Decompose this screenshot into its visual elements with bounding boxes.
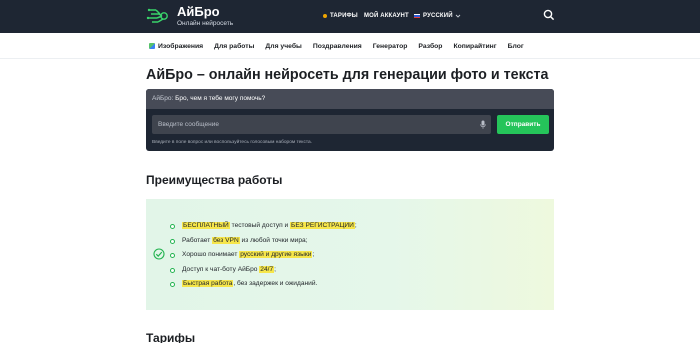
highlight: БЕЗ РЕГИСТРАЦИИ xyxy=(290,222,355,229)
list-item: БЕСПЛАТНЫЙ тестовый доступ и БЕЗ РЕГИСТР… xyxy=(170,219,357,234)
search-icon[interactable] xyxy=(543,9,555,21)
brand-subtitle: Онлайн нейросеть xyxy=(177,20,234,27)
list-text: из любой точки мира; xyxy=(239,236,308,244)
highlight: БЕСПЛАТНЫЙ xyxy=(182,222,230,229)
advantages-title: Преимущества работы xyxy=(146,173,283,187)
check-circle-icon xyxy=(153,248,165,260)
chat-hint: Введите в поле вопрос или воспользуйтесь… xyxy=(152,140,312,145)
nav-tariffs[interactable]: ТАРИФЫ xyxy=(323,12,358,20)
subnav-label: Блог xyxy=(507,42,524,50)
subnav-label: Копирайтинг xyxy=(453,42,497,50)
subnav-label: Разбор xyxy=(418,42,443,50)
chat-greeting-text: Бро, чем я тебе могу помочь? xyxy=(175,95,266,102)
list-text: тестовый доступ и xyxy=(229,222,291,229)
chevron-down-icon xyxy=(455,14,460,18)
list-item: Быстрая работа, без задержек и ожиданий. xyxy=(170,277,357,292)
subnav-item-copywriting[interactable]: Копирайтинг xyxy=(453,43,496,50)
advantages-panel: БЕСПЛАТНЫЙ тестовый доступ и БЕЗ РЕГИСТР… xyxy=(146,199,554,310)
crown-icon xyxy=(323,14,327,18)
subnav-item-greetings[interactable]: Поздравления xyxy=(313,43,362,50)
chat-widget: АйБро: Бро, чем я тебе могу помочь? Отпр… xyxy=(146,89,554,151)
brain-circuit-icon[interactable] xyxy=(146,4,170,28)
nav-tariffs-label: ТАРИФЫ xyxy=(330,13,358,19)
subnav-label: Изображения xyxy=(158,42,204,50)
subnav-label: Генератор xyxy=(372,42,408,50)
chat-greeting-bar: АйБро: Бро, чем я тебе могу помочь? xyxy=(146,89,554,109)
chat-greeting: АйБро: Бро, чем я тебе могу помочь? xyxy=(152,95,265,102)
list-item: Работает без VPN из любой точки мира; xyxy=(170,234,357,249)
highlight: без VPN xyxy=(212,236,240,244)
list-text: ; xyxy=(354,222,357,229)
highlight: русский и другие языки xyxy=(239,251,313,258)
subnav-item-images[interactable]: Изображения xyxy=(149,43,203,50)
microphone-icon[interactable] xyxy=(480,120,486,129)
list-item: Доступ к чат-боту АйБро 24/7; xyxy=(170,263,357,278)
advantages-list: БЕСПЛАТНЫЙ тестовый доступ и БЕЗ РЕГИСТР… xyxy=(170,219,357,292)
brand-name[interactable]: АйБро xyxy=(177,5,220,18)
category-nav: Изображения Для работы Для учебы Поздрав… xyxy=(149,41,535,51)
list-text: Доступ к чат-боту АйБро xyxy=(182,265,260,273)
subnav-item-work[interactable]: Для работы xyxy=(214,43,254,50)
subnav-label: Для учебы xyxy=(265,42,302,50)
russia-flag-icon xyxy=(414,13,420,19)
highlight: 24/7 xyxy=(259,265,275,273)
list-text: ; xyxy=(274,265,276,273)
chat-sender: АйБро: xyxy=(152,95,174,102)
nav-account-label: МОЙ АККАУНТ xyxy=(364,13,409,19)
nav-my-account[interactable]: МОЙ АККАУНТ xyxy=(364,12,409,20)
nav-divider xyxy=(0,58,700,59)
list-text: Хорошо понимает xyxy=(182,251,240,258)
list-item: Хорошо понимает русский и другие языки; xyxy=(170,248,357,263)
language-label: РУССКИЙ xyxy=(423,13,453,19)
subnav-item-analysis[interactable]: Разбор xyxy=(418,43,442,50)
tariffs-title: Тарифы xyxy=(146,331,196,343)
page-title: АйБро – онлайн нейросеть для генерации ф… xyxy=(146,67,549,83)
subnav-item-blog[interactable]: Блог xyxy=(508,43,524,50)
list-text: , без задержек и ожиданий. xyxy=(233,280,318,287)
send-button[interactable]: Отправить xyxy=(497,115,549,134)
message-input[interactable] xyxy=(152,115,491,134)
list-text: ; xyxy=(312,251,315,258)
subnav-label: Для работы xyxy=(214,42,255,50)
language-selector[interactable]: РУССКИЙ xyxy=(414,12,461,20)
list-text: Работает xyxy=(182,236,213,244)
subnav-item-generator[interactable]: Генератор xyxy=(373,43,408,50)
image-icon xyxy=(149,43,155,49)
top-header: АйБро Онлайн нейросеть ТАРИФЫ МОЙ АККАУН… xyxy=(0,0,700,33)
subnav-item-study[interactable]: Для учебы xyxy=(265,43,301,50)
highlight: Быстрая работа xyxy=(182,280,234,287)
subnav-label: Поздравления xyxy=(312,42,362,50)
